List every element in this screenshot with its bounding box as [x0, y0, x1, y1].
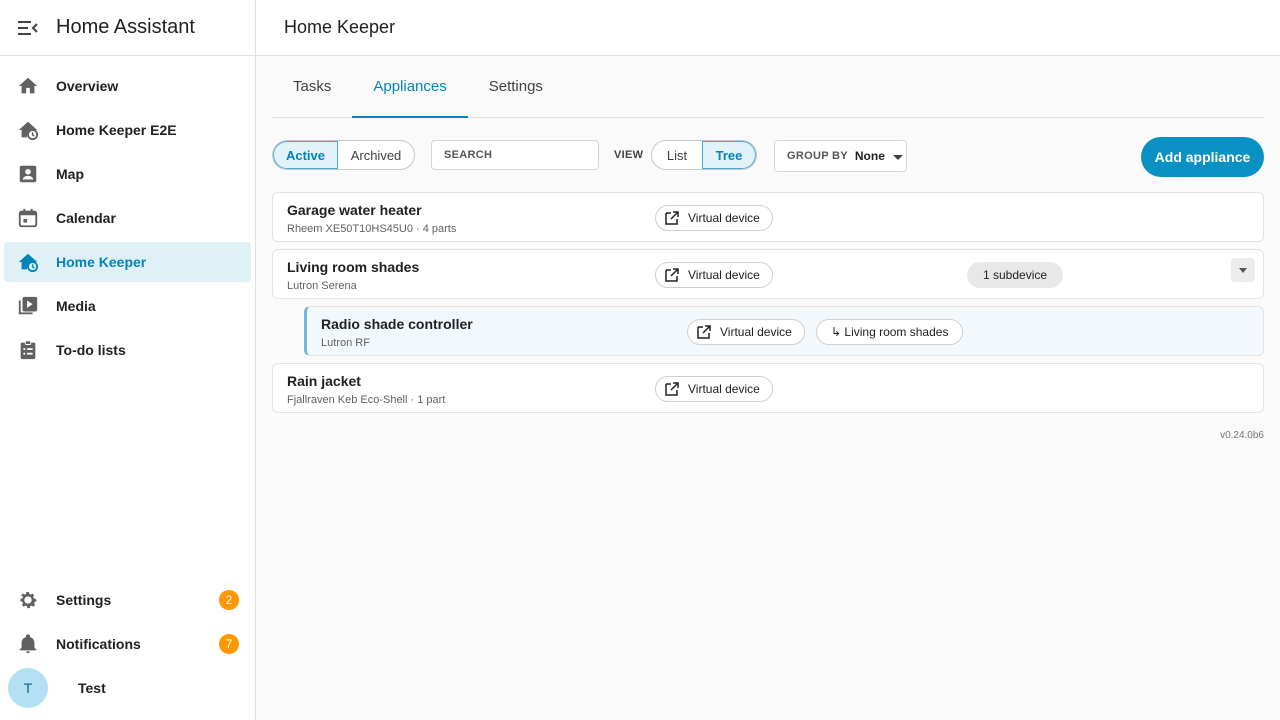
notifications-badge: 7: [219, 634, 239, 654]
sidebar: Home Assistant Overview Home Keeper E2E …: [0, 0, 256, 720]
status-toggle: Active Archived: [272, 140, 415, 170]
main-content: Tasks Appliances Settings Active Archive…: [272, 56, 1264, 441]
appliance-subtitle: Rheem XE50T10HS45U0 · 4 parts: [287, 223, 457, 235]
chip-label: Virtual device: [720, 325, 792, 339]
open-in-new-icon: [665, 211, 679, 225]
status-active-option[interactable]: Active: [273, 141, 338, 169]
virtual-device-chip[interactable]: Virtual device: [655, 376, 773, 402]
sidebar-header: Home Assistant: [0, 0, 255, 56]
sidebar-item-media[interactable]: Media: [4, 286, 251, 326]
view-label: VIEW: [614, 149, 644, 161]
appliance-name: Rain jacket: [287, 373, 361, 389]
view-toggle: List Tree: [651, 140, 757, 170]
group-by-value: None: [854, 149, 885, 163]
open-in-new-icon: [665, 268, 679, 282]
open-in-new-icon: [665, 382, 679, 396]
status-archived-option[interactable]: Archived: [338, 141, 414, 169]
sidebar-item-label: Home Keeper E2E: [56, 122, 177, 138]
view-tree-option[interactable]: Tree: [702, 141, 756, 169]
home-icon: [4, 66, 52, 106]
appliance-row-child[interactable]: Radio shade controller Lutron RF Virtual…: [304, 306, 1264, 356]
sidebar-item-overview[interactable]: Overview: [4, 66, 251, 106]
sidebar-item-map[interactable]: Map: [4, 154, 251, 194]
sidebar-item-todo-lists[interactable]: To-do lists: [4, 330, 251, 370]
page-title: Home Keeper: [284, 17, 396, 37]
tab-tasks[interactable]: Tasks: [272, 55, 352, 117]
sidebar-item-notifications[interactable]: Notifications 7: [4, 624, 251, 664]
group-by-label: GROUP BY: [787, 150, 848, 162]
sidebar-item-settings[interactable]: Settings 2: [4, 580, 251, 620]
tab-bar: Tasks Appliances Settings: [272, 56, 1264, 118]
menu-toggle-button[interactable]: [0, 0, 56, 56]
top-bar: Home Keeper: [256, 0, 1280, 56]
version-label: v0.24.0b6: [1220, 430, 1264, 441]
sidebar-nav: Overview Home Keeper E2E Map Calendar Ho…: [0, 56, 255, 370]
sidebar-item-home-keeper-e2e[interactable]: Home Keeper E2E: [4, 110, 251, 150]
sidebar-item-calendar[interactable]: Calendar: [4, 198, 251, 238]
tab-appliances[interactable]: Appliances: [352, 55, 469, 118]
tab-settings[interactable]: Settings: [468, 55, 564, 117]
clipboard-list-icon: [4, 330, 52, 370]
sidebar-item-label: Calendar: [56, 210, 116, 226]
sidebar-bottom: Settings 2 Notifications 7 T Test: [0, 576, 255, 720]
sidebar-item-user[interactable]: T Test: [4, 668, 251, 708]
sidebar-item-label: Overview: [56, 78, 119, 94]
appliance-subtitle: Lutron Serena: [287, 280, 357, 292]
app-title: Home Assistant: [56, 16, 195, 38]
sidebar-item-label: To-do lists: [56, 342, 126, 358]
home-clock-icon: [4, 242, 52, 282]
chip-label: Virtual device: [688, 382, 760, 396]
sidebar-item-label: Map: [56, 166, 84, 182]
search-input[interactable]: [431, 140, 599, 170]
appliance-row[interactable]: Living room shades Lutron Serena Virtual…: [272, 249, 1264, 299]
user-name: Test: [78, 680, 106, 696]
sidebar-item-label: Notifications: [56, 636, 141, 652]
sidebar-item-label: Media: [56, 298, 96, 314]
sidebar-item-label: Settings: [56, 592, 112, 608]
menu-open-icon: [18, 20, 38, 35]
appliance-name: Radio shade controller: [321, 316, 473, 332]
virtual-device-chip[interactable]: Virtual device: [655, 262, 773, 288]
gear-icon: [4, 580, 52, 620]
subdevice-count-chip: 1 subdevice: [967, 262, 1064, 288]
play-box-multiple-icon: [4, 286, 52, 326]
chip-label: Virtual device: [688, 268, 760, 282]
parent-appliance-chip[interactable]: ↳ Living room shades: [816, 319, 964, 345]
caret-down-icon: [1239, 267, 1247, 273]
expand-button[interactable]: [1231, 258, 1255, 282]
open-in-new-icon: [697, 325, 711, 339]
appliance-row[interactable]: Garage water heater Rheem XE50T10HS45U0 …: [272, 192, 1264, 242]
virtual-device-chip[interactable]: Virtual device: [687, 319, 805, 345]
chevron-down-icon: [892, 154, 903, 160]
chip-label: Virtual device: [688, 211, 760, 225]
appliance-row[interactable]: Rain jacket Fjallraven Keb Eco-Shell · 1…: [272, 363, 1264, 413]
group-by-select[interactable]: GROUP BY None: [774, 140, 907, 172]
avatar: T: [8, 668, 48, 708]
appliance-subtitle: Lutron RF: [321, 337, 370, 349]
add-appliance-button[interactable]: Add appliance: [1141, 137, 1264, 177]
appliance-subtitle: Fjallraven Keb Eco-Shell · 1 part: [287, 394, 446, 406]
bell-icon: [4, 624, 52, 664]
sidebar-item-home-keeper[interactable]: Home Keeper: [4, 242, 251, 282]
sidebar-item-label: Home Keeper: [56, 254, 147, 270]
calendar-icon: [4, 198, 52, 238]
appliance-name: Garage water heater: [287, 202, 422, 218]
view-list-option[interactable]: List: [652, 141, 702, 169]
virtual-device-chip[interactable]: Virtual device: [655, 205, 773, 231]
toolbar: Active Archived VIEW List Tree GROUP BY …: [272, 118, 1264, 192]
settings-badge: 2: [219, 590, 239, 610]
home-clock-icon: [4, 110, 52, 150]
appliance-name: Living room shades: [287, 259, 420, 275]
account-box-icon: [4, 154, 52, 194]
appliance-list: Garage water heater Rheem XE50T10HS45U0 …: [272, 192, 1264, 413]
